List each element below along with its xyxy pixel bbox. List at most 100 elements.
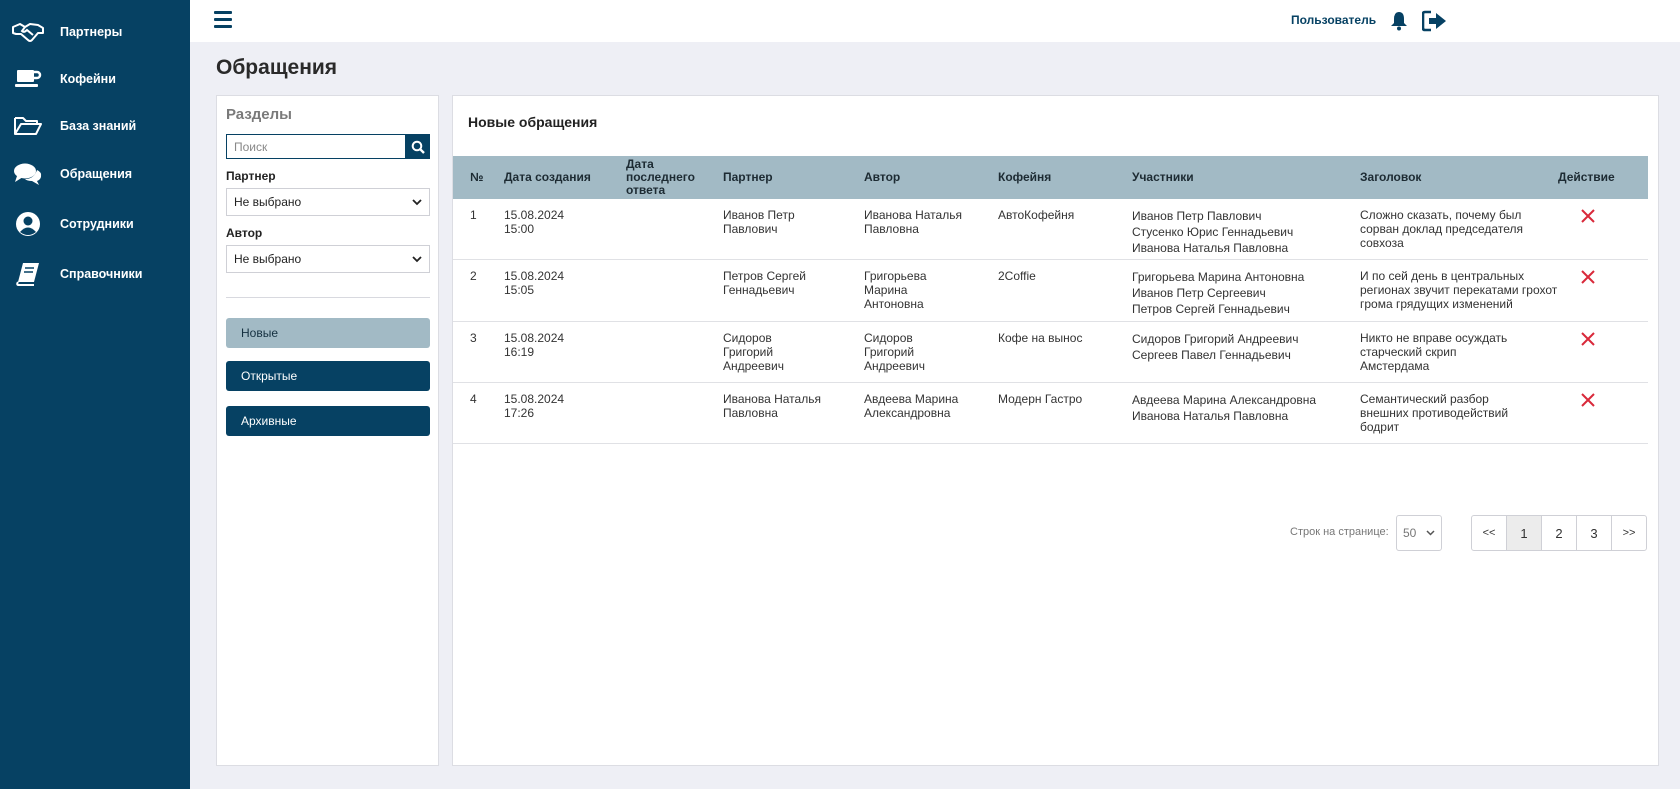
col-created: Дата создания bbox=[504, 170, 591, 184]
sidebar-item-requests[interactable]: Обращения bbox=[0, 156, 190, 192]
cell-subject: И по сей день в центральных регионах зву… bbox=[1360, 269, 1558, 311]
rows-per-page-select[interactable]: 50 bbox=[1396, 515, 1442, 551]
cell-participants: Авдеева Марина Александровна Иванова Нат… bbox=[1132, 392, 1316, 424]
delete-icon[interactable] bbox=[1579, 391, 1597, 409]
sidebar-item-label: Справочники bbox=[60, 267, 143, 281]
cell-num: 1 bbox=[470, 208, 477, 222]
cell-created: 15.08.2024 15:00 bbox=[504, 208, 565, 236]
folder-open-icon bbox=[12, 113, 44, 139]
cell-participants: Сидоров Григорий Андреевич Сергеев Павел… bbox=[1132, 331, 1299, 363]
cell-num: 2 bbox=[470, 269, 477, 283]
col-subject: Заголовок bbox=[1360, 170, 1422, 184]
cell-subject: Семантический разбор внешних противодейс… bbox=[1360, 392, 1509, 434]
top-bar: Пользователь bbox=[190, 0, 1680, 42]
cell-partner: Иванов Петр Павлович bbox=[723, 208, 795, 236]
user-circle-icon bbox=[12, 211, 44, 237]
sidebar-item-employees[interactable]: Сотрудники bbox=[0, 206, 190, 242]
cell-coffee-shop: 2Coffie bbox=[998, 269, 1036, 283]
partner-select[interactable]: Не выбрано bbox=[226, 188, 430, 216]
participant: Стусенко Юрис Геннадьевич bbox=[1132, 225, 1294, 239]
table-row[interactable]: 2 15.08.2024 15:05 Петров Сергей Геннадь… bbox=[453, 260, 1648, 322]
author-select[interactable]: Не выбрано bbox=[226, 245, 430, 273]
cell-created: 15.08.2024 15:05 bbox=[504, 269, 565, 297]
chevron-down-icon bbox=[412, 198, 422, 205]
cell-participants: Григорьева Марина Антоновна Иванов Петр … bbox=[1132, 269, 1304, 317]
participant: Петров Сергей Геннадьевич bbox=[1132, 302, 1290, 316]
participant: Иванова Наталья Павловна bbox=[1132, 241, 1289, 255]
sidebar-item-coffee-shops[interactable]: Кофейни bbox=[0, 61, 190, 97]
col-action: Действие bbox=[1558, 170, 1615, 184]
filter-panel: Разделы Партнер Не выбрано Автор Не выбр… bbox=[216, 95, 439, 766]
cell-partner: Иванова Наталья Павловна bbox=[723, 392, 821, 420]
participant: Иванов Петр Сергеевич bbox=[1132, 286, 1266, 300]
page-next-button[interactable]: >> bbox=[1611, 515, 1647, 551]
filter-archive-button[interactable]: Архивные bbox=[226, 406, 430, 436]
chat-bubbles-icon bbox=[12, 161, 44, 187]
cell-coffee-shop: Кофе на вынос bbox=[998, 331, 1083, 345]
menu-icon[interactable] bbox=[214, 11, 232, 29]
sidebar-item-partners[interactable]: Партнеры bbox=[0, 14, 190, 50]
sidebar-item-references[interactable]: Справочники bbox=[0, 256, 190, 292]
delete-icon[interactable] bbox=[1579, 207, 1597, 225]
handshake-icon bbox=[12, 19, 44, 45]
sidebar-item-label: Партнеры bbox=[60, 25, 123, 39]
cell-num: 3 bbox=[470, 331, 477, 345]
participant: Авдеева Марина Александровна bbox=[1132, 393, 1317, 407]
participant: Сергеев Павел Геннадьевич bbox=[1132, 348, 1291, 362]
col-partner: Партнер bbox=[723, 170, 773, 184]
search-button[interactable] bbox=[405, 134, 430, 159]
chevron-down-icon bbox=[1426, 530, 1435, 536]
filter-new-button[interactable]: Новые bbox=[226, 318, 430, 348]
delete-icon[interactable] bbox=[1579, 268, 1597, 286]
pagination: << 1 2 3 >> bbox=[1471, 515, 1647, 551]
sidebar-item-label: Кофейни bbox=[60, 72, 116, 86]
page-prev-button[interactable]: << bbox=[1471, 515, 1507, 551]
bell-icon[interactable] bbox=[1389, 11, 1409, 31]
cell-coffee-shop: АвтоКофейня bbox=[998, 208, 1075, 222]
col-num: № bbox=[470, 170, 484, 184]
table-row[interactable]: 4 15.08.2024 17:26 Иванова Наталья Павло… bbox=[453, 383, 1648, 444]
table-row[interactable]: 3 15.08.2024 16:19 Сидоров Григорий Андр… bbox=[453, 322, 1648, 383]
logout-icon[interactable] bbox=[1421, 10, 1448, 32]
cell-partner: Петров Сергей Геннадьевич bbox=[723, 269, 806, 297]
table-row[interactable]: 1 15.08.2024 15:00 Иванов Петр Павлович … bbox=[453, 199, 1648, 260]
user-link[interactable]: Пользователь bbox=[1291, 13, 1376, 27]
cell-partner: Сидоров Григорий Андреевич bbox=[723, 331, 784, 373]
book-icon bbox=[12, 261, 44, 287]
sidebar-item-knowledge-base[interactable]: База знаний bbox=[0, 108, 190, 144]
delete-icon[interactable] bbox=[1579, 330, 1597, 348]
cell-author: Иванова Наталья Павловна bbox=[864, 208, 962, 236]
cell-author: Авдеева Марина Александровна bbox=[864, 392, 959, 420]
filter-open-button[interactable]: Открытые bbox=[226, 361, 430, 391]
coffee-cup-icon bbox=[12, 66, 44, 92]
sections-title: Разделы bbox=[226, 106, 292, 123]
page-button-3[interactable]: 3 bbox=[1576, 515, 1612, 551]
participant: Григорьева Марина Антоновна bbox=[1132, 270, 1305, 284]
participant: Иванова Наталья Павловна bbox=[1132, 409, 1289, 423]
cell-created: 15.08.2024 16:19 bbox=[504, 331, 565, 359]
cell-subject: Никто не вправе осуждать старческий скри… bbox=[1360, 331, 1508, 373]
participant: Сидоров Григорий Андреевич bbox=[1132, 332, 1299, 346]
search-input[interactable] bbox=[226, 134, 405, 159]
cell-num: 4 bbox=[470, 392, 477, 406]
chevron-down-icon bbox=[412, 255, 422, 262]
sidebar-item-label: Обращения bbox=[60, 167, 133, 181]
cell-subject: Сложно сказать, почему был сорван доклад… bbox=[1360, 208, 1523, 250]
requests-panel: Новые обращения № Дата создания Дата пос… bbox=[452, 95, 1659, 766]
cell-author: Сидоров Григорий Андреевич bbox=[864, 331, 925, 373]
table-title: Новые обращения bbox=[468, 114, 598, 130]
sidebar: Партнеры Кофейни База знаний Обращения С… bbox=[0, 0, 190, 789]
cell-participants: Иванов Петр Павлович Стусенко Юрис Генна… bbox=[1132, 208, 1293, 256]
cell-author: Григорьева Марина Антоновна bbox=[864, 269, 927, 311]
search-icon bbox=[411, 140, 425, 154]
cell-created: 15.08.2024 17:26 bbox=[504, 392, 565, 420]
partner-label: Партнер bbox=[226, 169, 276, 183]
col-coffee-shop: Кофейня bbox=[998, 170, 1052, 184]
page-button-2[interactable]: 2 bbox=[1541, 515, 1577, 551]
sidebar-item-label: Сотрудники bbox=[60, 217, 134, 231]
table-header: № Дата создания Дата последнего ответа П… bbox=[453, 156, 1648, 199]
author-label: Автор bbox=[226, 226, 263, 240]
partner-select-value: Не выбрано bbox=[234, 195, 302, 209]
page-button-1[interactable]: 1 bbox=[1506, 515, 1542, 551]
participant: Иванов Петр Павлович bbox=[1132, 209, 1262, 223]
